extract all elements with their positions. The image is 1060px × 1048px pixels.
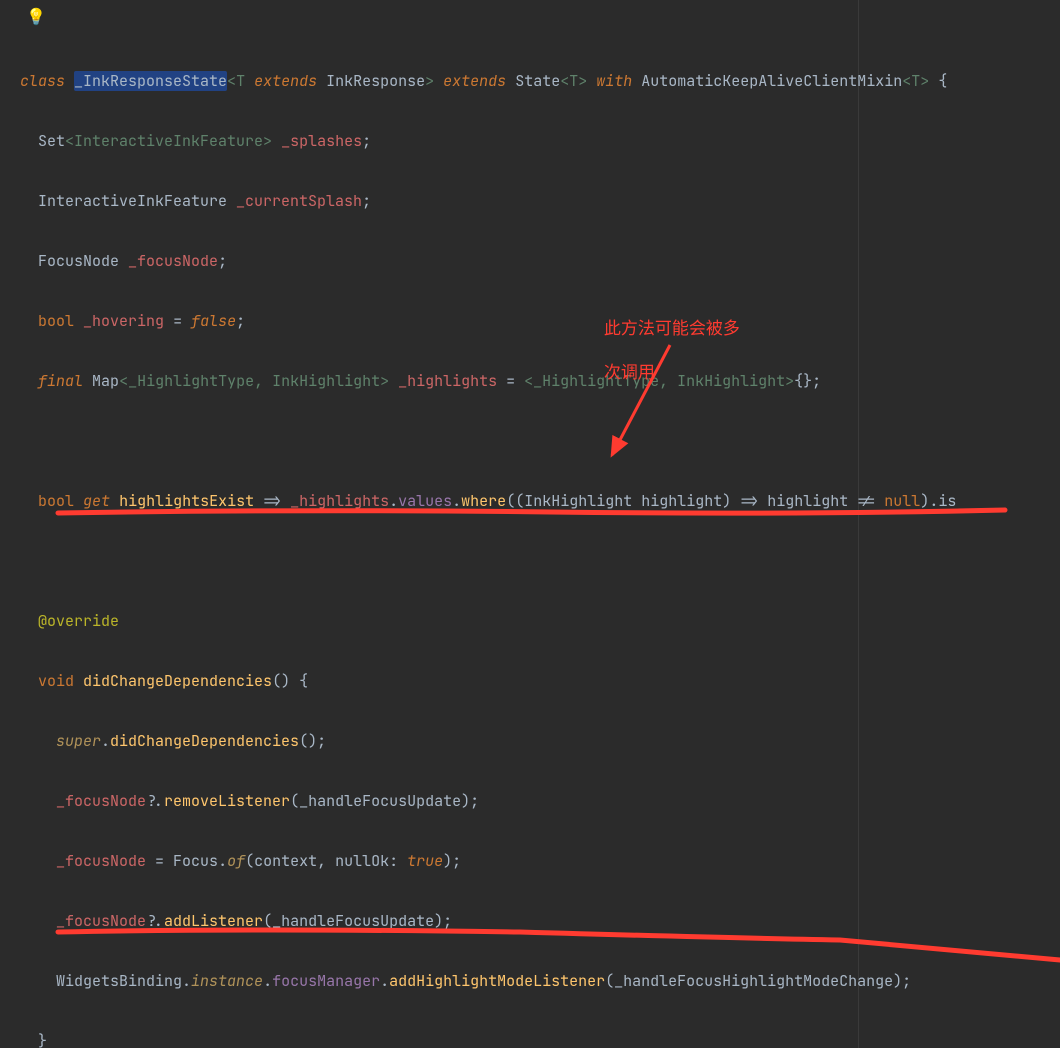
code-line: _focusNode = Focus.of(context, nullOk: t… [20,846,1060,876]
code-area[interactable]: class _InkResponseState<T extends InkRes… [0,0,1060,1048]
code-line: _focusNode?.addListener(_handleFocusUpda… [20,906,1060,936]
code-line: void didChangeDependencies() { [20,666,1060,696]
code-line: FocusNode _focusNode; [20,246,1060,276]
code-line: Set<InteractiveInkFeature> _splashes; [20,126,1060,156]
code-line: InteractiveInkFeature _currentSplash; [20,186,1060,216]
code-line: bool _hovering = false; [20,306,1060,336]
code-line: class _InkResponseState<T extends InkRes… [20,66,1060,96]
code-line [20,426,1060,456]
code-line: _focusNode?.removeListener(_handleFocusU… [20,786,1060,816]
code-line: @override [20,606,1060,636]
code-line: super.didChangeDependencies(); [20,726,1060,756]
class-name: _InkResponseState [74,71,227,91]
code-line: WidgetsBinding.instance.focusManager.add… [20,966,1060,996]
code-line: bool get highlightsExist => _highlights.… [20,486,1060,516]
code-editor[interactable]: 💡 class _InkResponseState<T extends InkR… [0,0,1060,1048]
code-line: } [20,1026,1060,1048]
code-line [20,546,1060,576]
code-line: final Map<_HighlightType, InkHighlight> … [20,366,1060,396]
